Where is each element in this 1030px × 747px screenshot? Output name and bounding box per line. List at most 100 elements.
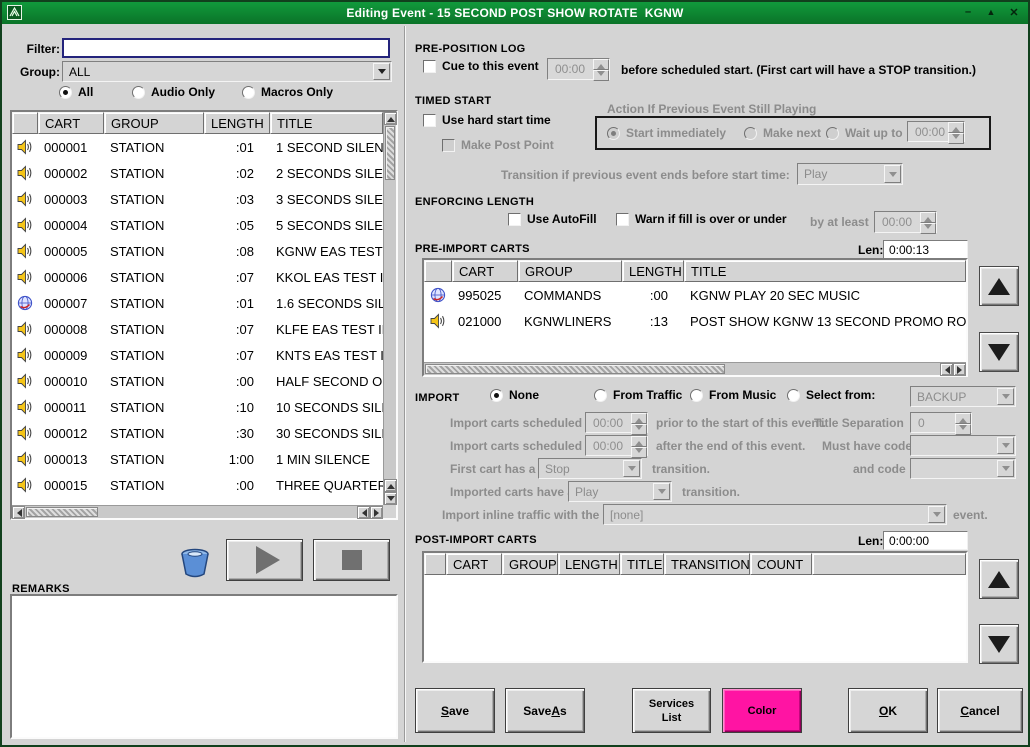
spinner-up-icon[interactable] xyxy=(948,122,964,133)
scroll-left-icon[interactable] xyxy=(940,363,953,376)
cue-time-spinner[interactable]: 00:00 xyxy=(547,58,610,80)
inline-traffic-select[interactable]: [none] xyxy=(603,504,947,525)
sched-prior-spinner[interactable]: 00:00 xyxy=(585,412,648,433)
wait-up-to-radio[interactable]: Wait up to xyxy=(826,126,903,140)
post-import-move-up-button[interactable] xyxy=(979,559,1019,599)
horizontal-scrollbar[interactable] xyxy=(424,362,966,375)
pre-import-cart-list[interactable]: CARTGROUPLENGTHTITLE 995025COMMANDS:00KG… xyxy=(422,258,968,377)
post-import-move-down-button[interactable] xyxy=(979,624,1019,664)
first-cart-transition-select[interactable]: Stop xyxy=(538,458,642,479)
scrollbar-thumb[interactable] xyxy=(385,126,395,180)
spinner-down-icon[interactable] xyxy=(631,447,647,458)
imported-transition-select[interactable]: Play xyxy=(568,481,672,502)
column-header-icon[interactable] xyxy=(424,260,452,282)
column-header-length[interactable]: LENGTH xyxy=(204,112,270,134)
spinner-down-icon[interactable] xyxy=(593,70,609,81)
scroll-right-icon[interactable] xyxy=(370,506,383,519)
make-next-radio[interactable]: Make next xyxy=(744,126,821,140)
table-row[interactable]: 000013STATION1:001 MIN SILENCE xyxy=(12,446,383,472)
table-row[interactable]: 000005STATION:08KGNW EAS TEST xyxy=(12,238,383,264)
table-row[interactable]: 000011STATION:1010 SECONDS SILENCE xyxy=(12,394,383,420)
column-header-group[interactable]: GROUP xyxy=(502,553,558,575)
titlebar[interactable]: Editing Event - 15 SECOND POST SHOW ROTA… xyxy=(2,2,1028,24)
spinner-up-icon[interactable] xyxy=(920,212,936,223)
table-row[interactable]: 000006STATION:07KKOL EAS TEST IN xyxy=(12,264,383,290)
services-list-button[interactable]: Services List xyxy=(632,688,711,733)
column-header-icon[interactable] xyxy=(424,553,446,575)
select-from-select[interactable]: BACKUP xyxy=(910,386,1016,407)
color-button[interactable]: Color xyxy=(722,688,802,733)
table-row[interactable]: 000012STATION:3030 SECONDS SILENCE xyxy=(12,420,383,446)
pre-import-body[interactable]: 995025COMMANDS:00KGNW PLAY 20 SEC MUSIC0… xyxy=(424,282,966,362)
column-header-cart[interactable]: CART xyxy=(38,112,104,134)
column-header-group[interactable]: GROUP xyxy=(104,112,204,134)
table-row[interactable]: 000009STATION:07KNTS EAS TEST IN xyxy=(12,342,383,368)
table-row[interactable]: 000002STATION:022 SECONDS SILENCE xyxy=(12,160,383,186)
scroll-left-icon[interactable] xyxy=(357,506,370,519)
ok-button[interactable]: OK xyxy=(848,688,928,733)
post-import-body[interactable] xyxy=(424,575,966,661)
table-row[interactable]: 000001STATION:011 SECOND SILENCE xyxy=(12,134,383,160)
column-header-group[interactable]: GROUP xyxy=(518,260,622,282)
spinner-up-icon[interactable] xyxy=(631,413,647,424)
column-header-length[interactable]: LENGTH xyxy=(558,553,620,575)
column-header-title[interactable]: TITLE xyxy=(684,260,966,282)
stop-button[interactable] xyxy=(313,539,390,581)
table-row[interactable]: 000010STATION:00HALF SECOND OF SILENCE xyxy=(12,368,383,394)
filter-radio-all[interactable]: All xyxy=(59,85,93,99)
remarks-textarea[interactable] xyxy=(10,594,398,739)
spinner-down-icon[interactable] xyxy=(920,223,936,234)
spinner-up-icon[interactable] xyxy=(593,59,609,70)
scroll-right-icon[interactable] xyxy=(953,363,966,376)
must-have-code-select[interactable] xyxy=(910,435,1016,456)
spinner-down-icon[interactable] xyxy=(948,133,964,144)
cart-list-body[interactable]: 000001STATION:011 SECOND SILENCE000002ST… xyxy=(12,134,383,505)
import-select-from-radio[interactable]: Select from: xyxy=(787,388,875,402)
filter-radio-audio-only[interactable]: Audio Only xyxy=(132,85,215,99)
close-icon[interactable] xyxy=(1006,4,1022,20)
make-post-point-checkbox[interactable]: Make Post Point xyxy=(442,138,554,152)
cancel-button[interactable]: Cancel xyxy=(937,688,1023,733)
table-row[interactable]: 000004STATION:055 SECONDS SILENCE xyxy=(12,212,383,238)
wait-time-spinner[interactable]: 00:00 xyxy=(907,121,965,142)
column-header-length[interactable]: LENGTH xyxy=(622,260,684,282)
warn-fill-checkbox[interactable]: Warn if fill is over or under xyxy=(616,212,787,226)
spinner-up-icon[interactable] xyxy=(955,413,971,424)
horizontal-scrollbar[interactable] xyxy=(12,505,383,518)
scroll-up-icon[interactable] xyxy=(384,479,397,492)
warn-time-spinner[interactable]: 00:00 xyxy=(874,211,937,233)
table-row[interactable]: 000003STATION:033 SECONDS SILENCE xyxy=(12,186,383,212)
column-header-icon[interactable] xyxy=(12,112,38,134)
table-row[interactable]: 000007STATION:011.6 SECONDS SILENCE xyxy=(12,290,383,316)
column-header-transition[interactable]: TRANSITION xyxy=(664,553,750,575)
and-code-select[interactable] xyxy=(910,458,1016,479)
table-row[interactable]: 000015STATION:00THREE QUARTER SECOND xyxy=(12,472,383,498)
column-header-title[interactable]: TITLE xyxy=(270,112,383,134)
column-header-cart[interactable]: CART xyxy=(446,553,502,575)
import-from-music-radio[interactable]: From Music xyxy=(690,388,776,402)
column-header-title[interactable]: TITLE xyxy=(620,553,664,575)
cart-list[interactable]: CARTGROUPLENGTHTITLE 000001STATION:011 S… xyxy=(10,110,398,520)
column-header-cart[interactable]: CART xyxy=(452,260,518,282)
table-row[interactable]: 995025COMMANDS:00KGNW PLAY 20 SEC MUSIC xyxy=(424,282,966,308)
vertical-scrollbar[interactable] xyxy=(383,112,396,505)
autofill-checkbox[interactable]: Use AutoFill xyxy=(508,212,597,226)
scrollbar-thumb[interactable] xyxy=(26,507,98,517)
play-button[interactable] xyxy=(226,539,303,581)
filter-radio-macros-only[interactable]: Macros Only xyxy=(242,85,333,99)
import-none-radio[interactable]: None xyxy=(490,388,539,402)
minimize-icon[interactable] xyxy=(960,4,976,20)
scrollbar-thumb[interactable] xyxy=(425,364,725,374)
spinner-up-icon[interactable] xyxy=(631,436,647,447)
title-separation-spinner[interactable]: 0 xyxy=(910,412,972,433)
save-button[interactable]: Save xyxy=(415,688,495,733)
filter-input[interactable] xyxy=(62,38,390,58)
spinner-down-icon[interactable] xyxy=(631,424,647,435)
post-import-cart-list[interactable]: CARTGROUPLENGTHTITLETRANSITIONCOUNT xyxy=(422,551,968,663)
maximize-icon[interactable] xyxy=(983,4,999,20)
transition-select[interactable]: Play xyxy=(797,163,903,185)
column-header-count[interactable]: COUNT xyxy=(750,553,812,575)
start-immediately-radio[interactable]: Start immediately xyxy=(607,126,726,140)
import-from-traffic-radio[interactable]: From Traffic xyxy=(594,388,682,402)
cue-to-event-checkbox[interactable]: Cue to this event xyxy=(423,59,539,73)
